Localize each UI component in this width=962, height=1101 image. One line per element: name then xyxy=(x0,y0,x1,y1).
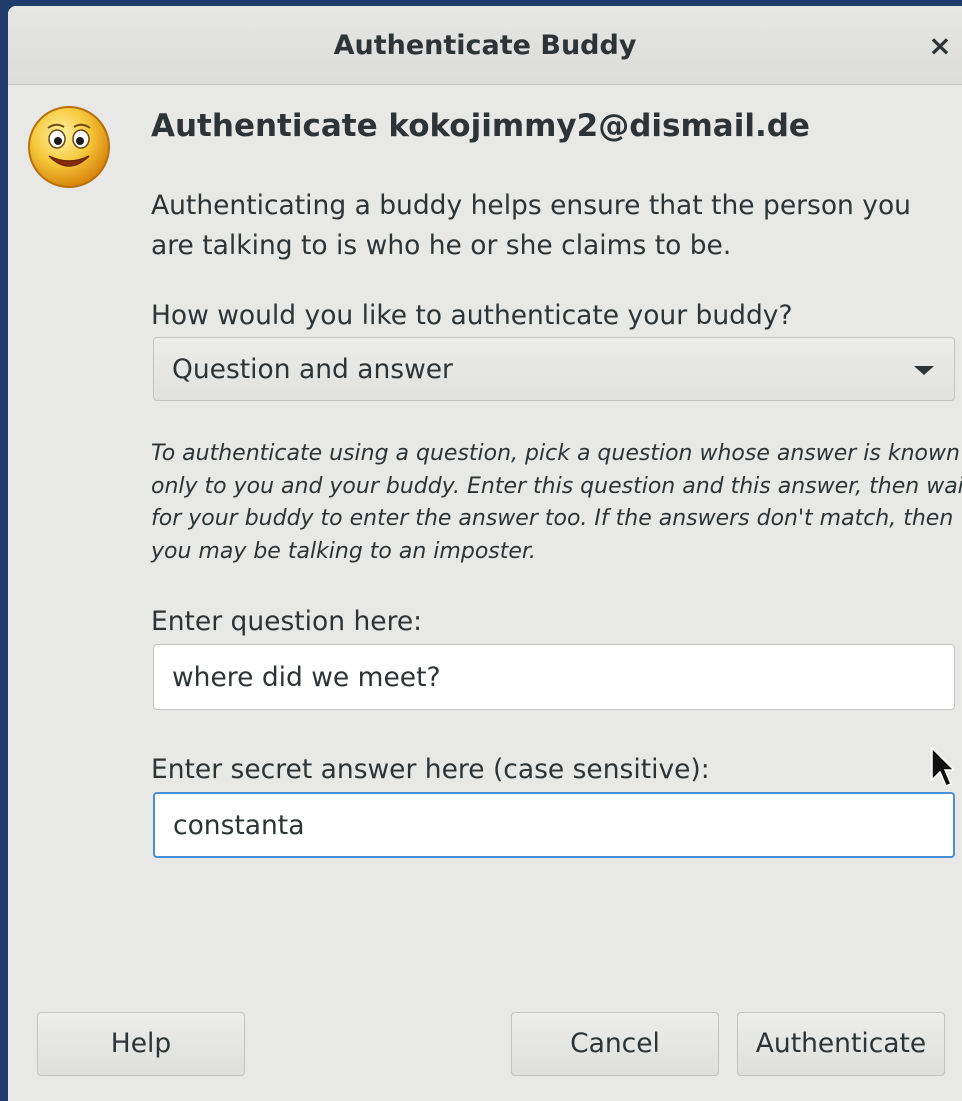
auth-method-selected: Question and answer xyxy=(172,354,453,385)
window-title: Authenticate Buddy xyxy=(333,30,637,61)
mouse-cursor-icon xyxy=(931,746,954,787)
close-button[interactable]: × xyxy=(922,28,958,64)
cancel-button[interactable]: Cancel xyxy=(511,1012,719,1076)
intro-text: Authenticating a buddy helps ensure that… xyxy=(151,190,911,261)
secret-answer-input[interactable] xyxy=(153,792,955,858)
title-bar: Authenticate Buddy × xyxy=(8,6,962,85)
authenticate-button[interactable]: Authenticate xyxy=(737,1012,945,1076)
dialog-heading: Authenticate kokojimmy2@dismail.de xyxy=(151,108,810,144)
smiley-face-icon xyxy=(28,106,110,188)
chevron-down-icon xyxy=(914,366,934,375)
answer-label: Enter secret answer here (case sensitive… xyxy=(151,754,710,785)
method-prompt-label: How would you like to authenticate your … xyxy=(151,300,793,331)
instructions-text: To authenticate using a question, pick a… xyxy=(151,441,962,564)
authenticate-buddy-dialog: Authenticate Buddy × Authenticate kokoji… xyxy=(8,6,962,1101)
help-button[interactable]: Help xyxy=(37,1012,245,1076)
auth-method-dropdown[interactable]: Question and answer xyxy=(153,337,955,401)
question-input[interactable] xyxy=(153,644,955,710)
question-label: Enter question here: xyxy=(151,606,423,637)
